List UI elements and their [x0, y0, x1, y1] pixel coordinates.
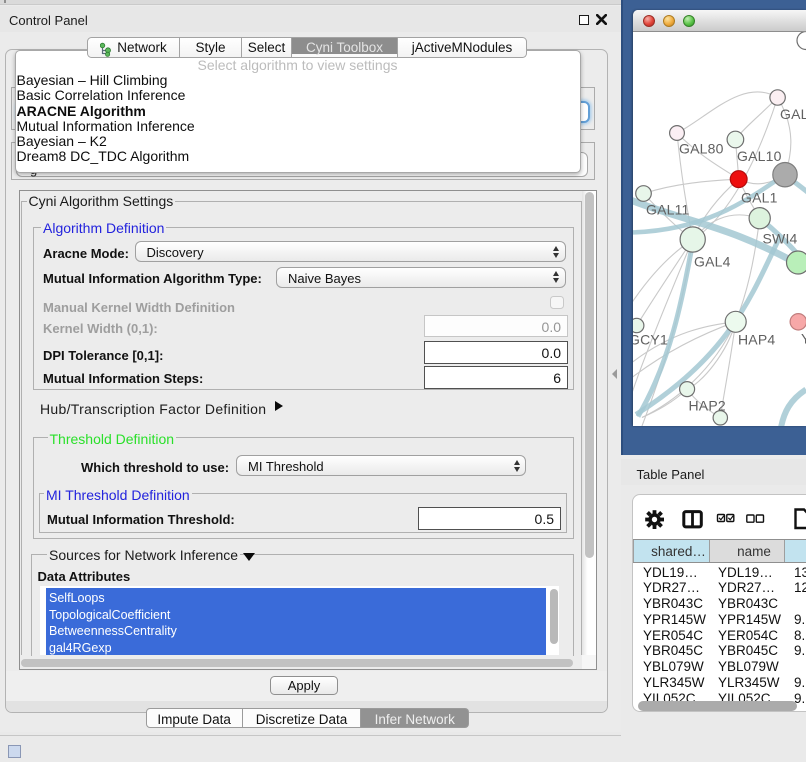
svg-text:GAL1: GAL1	[741, 189, 778, 205]
svg-text:HAP2: HAP2	[689, 397, 726, 413]
svg-text:GCY1: GCY1	[633, 331, 668, 347]
svg-text:Y: Y	[801, 330, 806, 346]
svg-text:SWI4: SWI4	[763, 230, 798, 246]
svg-text:GAL80: GAL80	[679, 140, 724, 156]
svg-text:GAL4: GAL4	[694, 253, 731, 269]
svg-text:HAP4: HAP4	[738, 331, 775, 347]
svg-text:GAL11: GAL11	[646, 201, 690, 217]
svg-text:GAL10: GAL10	[737, 148, 782, 164]
svg-text:GAL: GAL	[780, 106, 806, 122]
